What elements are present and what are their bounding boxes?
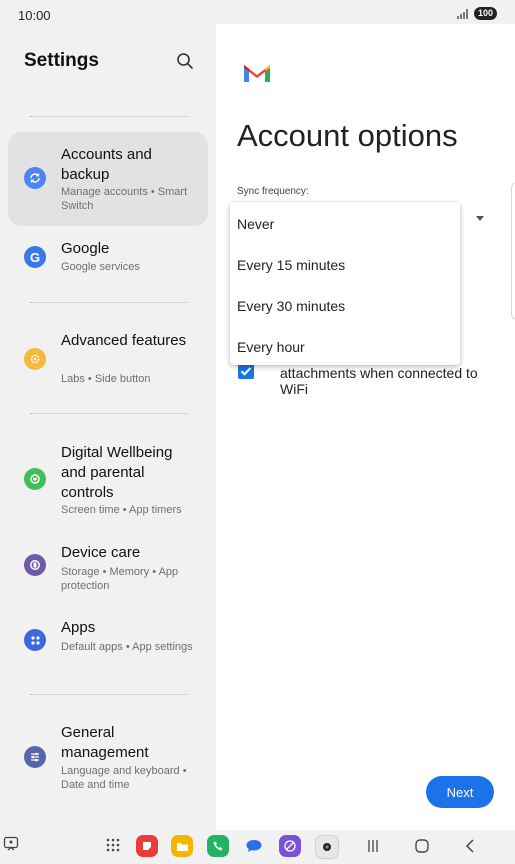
messages-app-icon[interactable]	[243, 835, 265, 857]
sidebar-item-google[interactable]: G Google Google services	[8, 234, 208, 286]
sidebar-item-title: Accounts and backup	[61, 146, 152, 183]
google-icon: G	[24, 246, 46, 268]
device-care-icon	[24, 554, 46, 576]
sync-icon	[24, 167, 46, 189]
status-bar: 10:00 100	[0, 0, 515, 24]
app-drawer-icon[interactable]	[106, 838, 120, 852]
battery-icon: 100	[473, 7, 497, 20]
sliders-icon	[24, 746, 46, 768]
recents-button-icon[interactable]	[366, 839, 380, 853]
download-attachments-checkbox[interactable]	[238, 363, 254, 379]
sidebar-item-apps[interactable]: Apps Default apps • App settings	[8, 611, 208, 671]
gear-plus-icon	[24, 348, 46, 370]
apps-icon	[24, 629, 46, 651]
divider	[30, 694, 188, 695]
sidebar-item-title: Device care	[61, 544, 141, 561]
search-icon[interactable]	[176, 52, 194, 70]
sidebar-title: Settings	[24, 50, 99, 71]
menu-option-every-hour[interactable]: Every hour	[237, 339, 305, 355]
sidebar-item-subtitle: Google services	[61, 261, 140, 273]
sync-frequency-label: Sync frequency:	[237, 186, 309, 197]
sidebar-item-accounts-and-backup[interactable]: Accounts and backup Manage accounts • Sm…	[8, 132, 208, 226]
divider	[30, 302, 188, 303]
sync-frequency-menu: Never Every 15 minutes Every 30 minutes …	[230, 202, 460, 365]
account-options-panel: Account options Sync frequency: attachme…	[216, 24, 515, 830]
page-title: Account options	[237, 118, 458, 153]
sidebar-item-subtitle: Storage • Memory • App protection	[61, 566, 179, 592]
edge-panel-handle[interactable]	[511, 182, 515, 320]
status-time: 10:00	[18, 8, 51, 23]
divider	[30, 116, 188, 117]
menu-option-every-15-minutes[interactable]: Every 15 minutes	[237, 257, 345, 273]
notes-app-icon[interactable]	[136, 835, 158, 857]
next-button[interactable]: Next	[426, 776, 494, 808]
sidebar-item-advanced-features[interactable]: Advanced features Labs • Side button	[8, 324, 208, 394]
signal-icon	[456, 8, 468, 19]
sidebar-item-digital-wellbeing[interactable]: Digital Wellbeing and parental controls …	[8, 436, 208, 526]
sidebar-item-title: General management	[61, 724, 149, 761]
divider	[30, 413, 188, 414]
sidebar-item-title: Digital Wellbeing and parental controls	[61, 444, 173, 501]
sidebar-item-subtitle: Screen time • App timers	[61, 504, 182, 516]
download-attachments-label: attachments when connected to WiFi	[280, 365, 478, 397]
settings-sidebar: Settings Accounts and backup Manage acco…	[0, 24, 216, 830]
wellbeing-icon	[24, 468, 46, 490]
sidebar-item-subtitle: Language and keyboard • Date and time	[61, 765, 187, 791]
home-button-icon[interactable]	[414, 838, 430, 854]
gmail-logo-icon	[244, 65, 270, 82]
sidebar-item-title: Apps	[61, 619, 96, 636]
sidebar-item-title: Google	[61, 240, 110, 257]
taskbar-edge-icon[interactable]	[3, 836, 19, 852]
internet-app-icon[interactable]	[279, 835, 301, 857]
dropdown-arrow-icon[interactable]	[476, 216, 484, 221]
sidebar-item-subtitle: Labs • Side button	[61, 373, 151, 385]
status-icons: 100	[456, 7, 497, 20]
taskbar	[0, 830, 515, 864]
my-files-icon[interactable]	[171, 835, 193, 857]
sidebar-item-title: Advanced features	[61, 332, 187, 349]
sidebar-item-subtitle: Manage accounts • Smart Switch	[61, 186, 188, 212]
sidebar-item-subtitle: Default apps • App settings	[61, 641, 193, 653]
phone-app-icon[interactable]	[207, 835, 229, 857]
back-button-icon[interactable]	[463, 838, 477, 854]
sidebar-item-device-care[interactable]: Device care Storage • Memory • App prote…	[8, 536, 208, 598]
camera-app-icon[interactable]	[315, 835, 339, 859]
menu-option-never[interactable]: Never	[237, 216, 274, 232]
menu-option-every-30-minutes[interactable]: Every 30 minutes	[237, 298, 345, 314]
sidebar-item-general-management[interactable]: General management Language and keyboard…	[8, 716, 208, 798]
